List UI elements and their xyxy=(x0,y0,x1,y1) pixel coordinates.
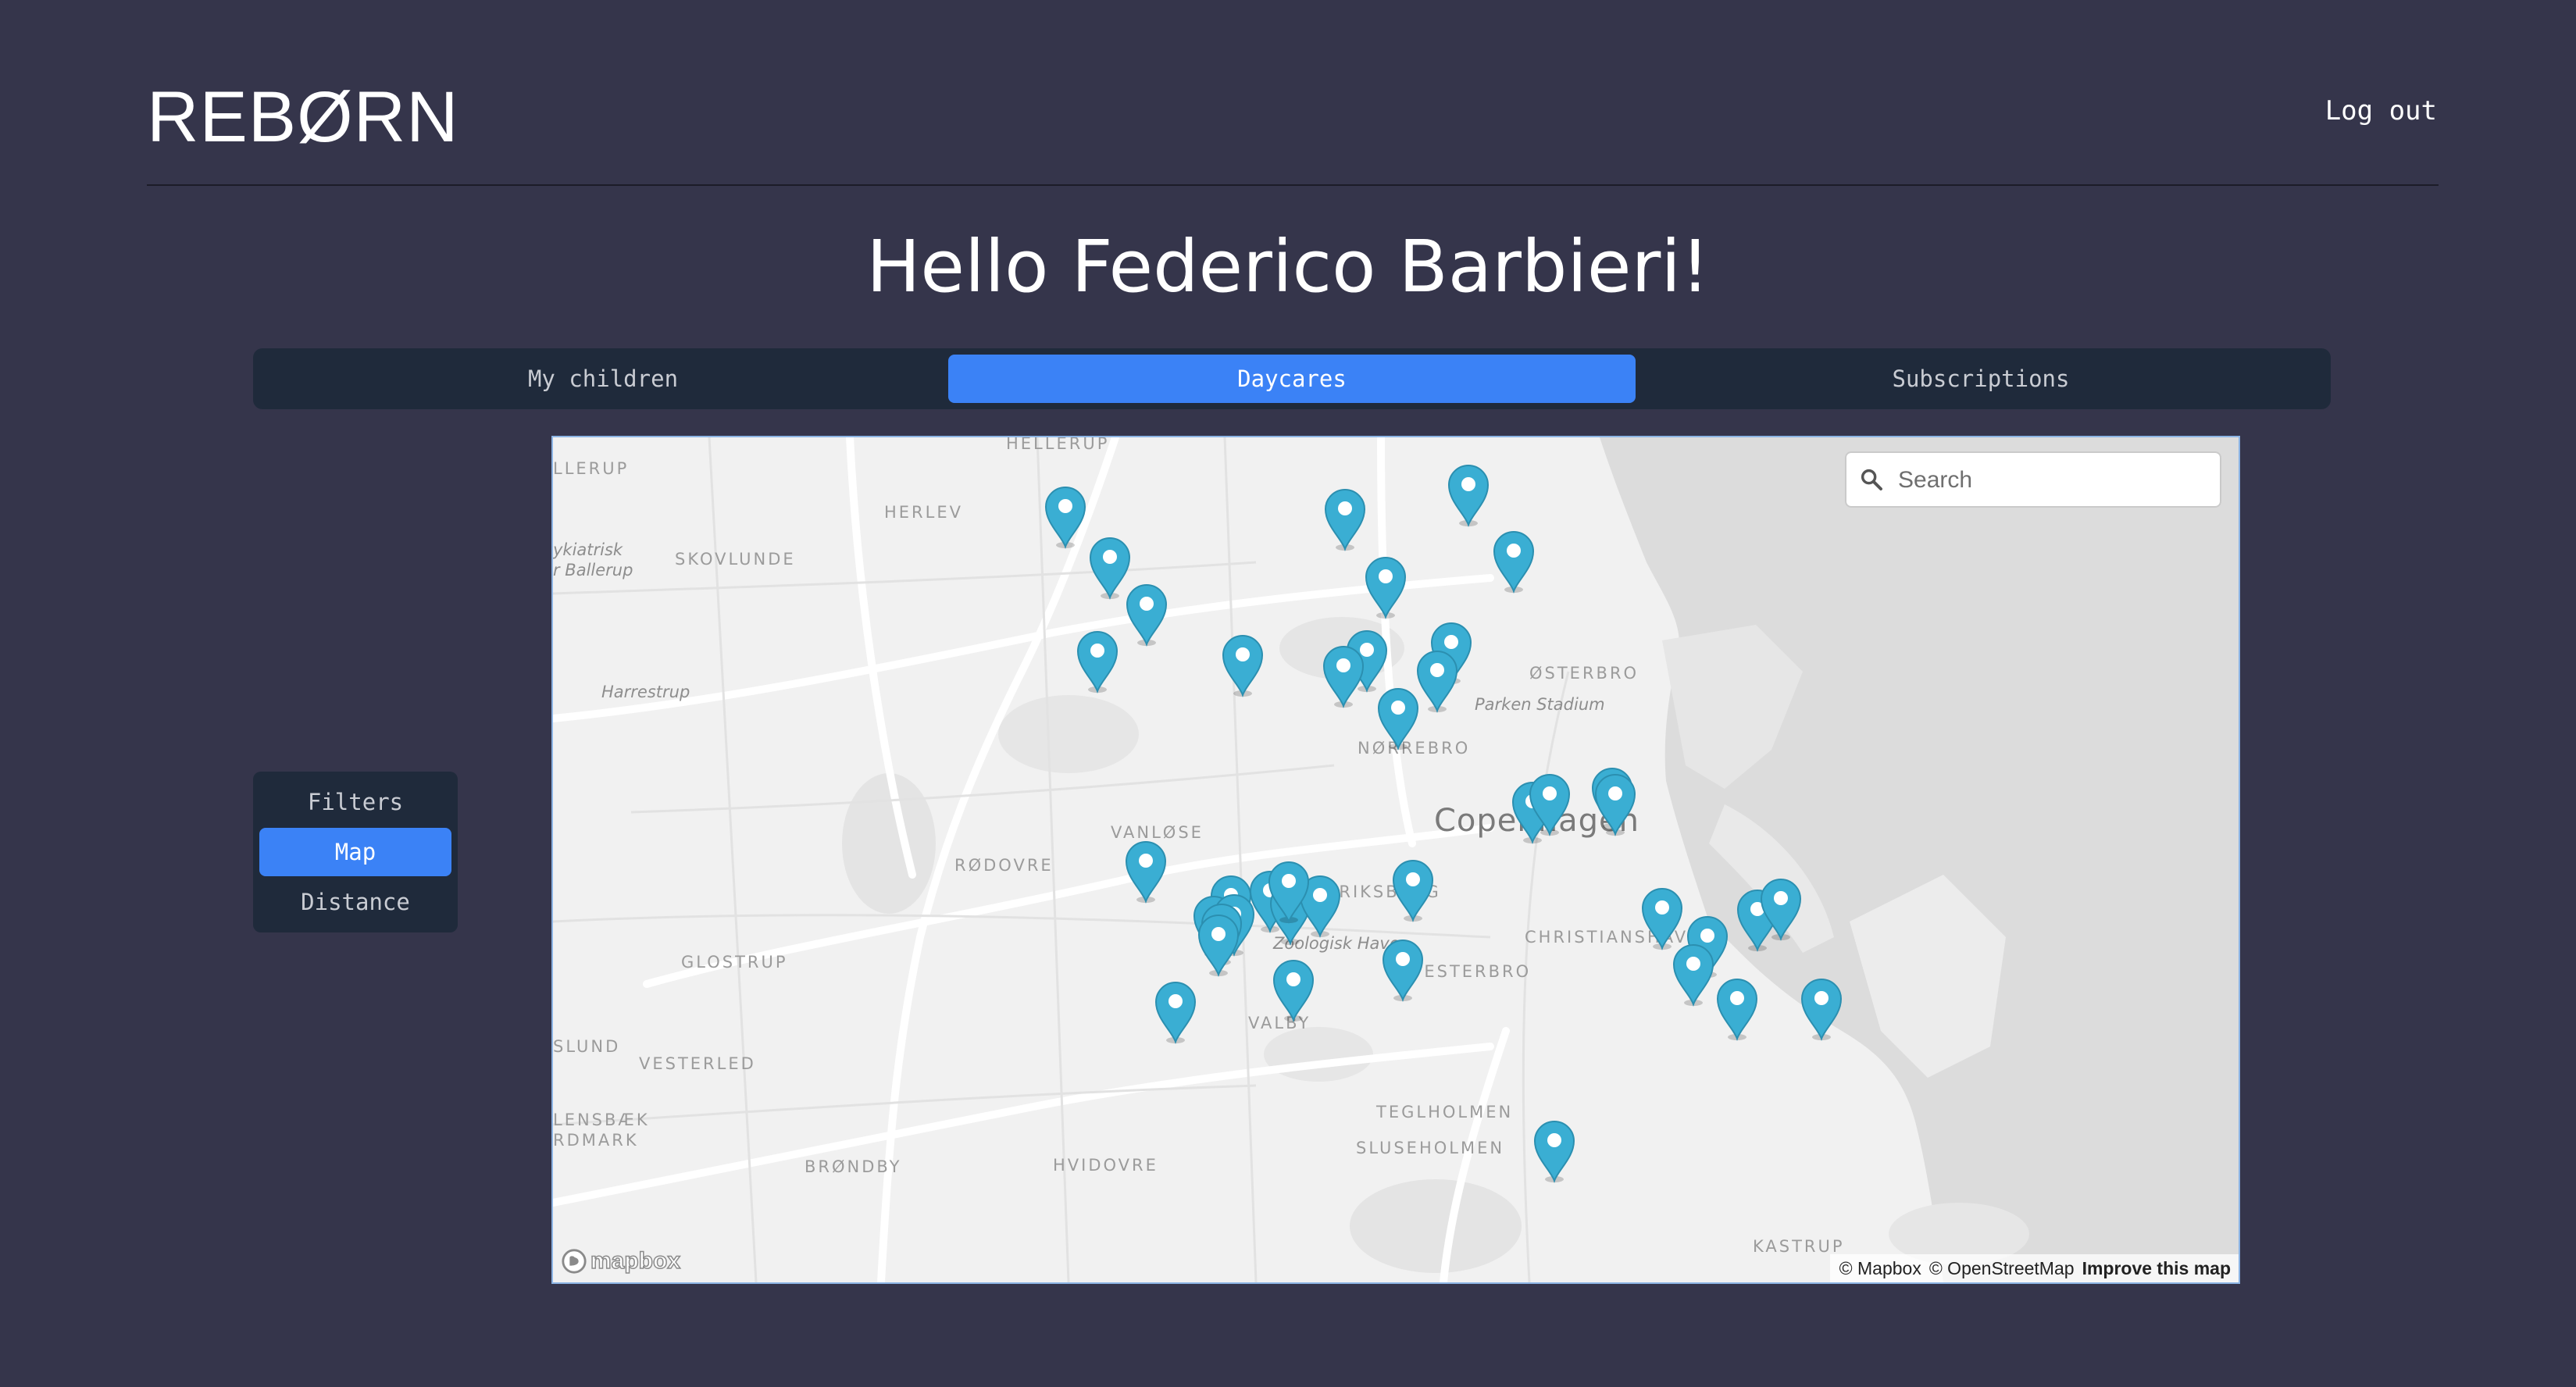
map-label-hellerup: HELLERUP xyxy=(1006,436,1110,453)
tab-subscriptions[interactable]: Subscriptions xyxy=(1637,355,2324,403)
map-attribution: © Mapbox © OpenStreetMap Improve this ma… xyxy=(1829,1254,2239,1282)
daycare-marker-icon[interactable] xyxy=(1123,839,1168,904)
map-label-psykiatrisk-2: r Ballerup xyxy=(553,561,633,579)
map-label-osterbro: ØSTERBRO xyxy=(1529,664,1639,683)
map-label-psykiatrisk-1: ykiatrisk xyxy=(553,540,623,559)
daycare-marker-icon[interactable] xyxy=(1196,912,1241,978)
daycare-marker-icon[interactable] xyxy=(1375,686,1421,751)
mapbox-logo[interactable]: mapbox xyxy=(561,1247,681,1275)
daycare-marker-icon[interactable] xyxy=(1532,1118,1577,1184)
map-label-teglholmen: TEGLHOLMEN xyxy=(1376,1103,1514,1121)
tab-my-children[interactable]: My children xyxy=(259,355,947,403)
app-logo[interactable]: REBØRN xyxy=(147,77,459,159)
daycare-marker-icon[interactable] xyxy=(1075,629,1120,694)
daycare-marker-icon[interactable] xyxy=(1799,976,1844,1042)
page-title: Hello Federico Barbieri! xyxy=(866,225,1710,308)
mapbox-logo-text: mapbox xyxy=(590,1247,681,1275)
header-divider xyxy=(147,184,2439,186)
map-label-harrestrup: Harrestrup xyxy=(601,683,690,701)
daycare-marker-icon[interactable] xyxy=(1758,876,1804,942)
daycare-map[interactable]: HELLERUP LLERUP HERLEV SKOVLUNDE ykiatri… xyxy=(551,436,2240,1284)
map-label-vesterled: VESTERLED xyxy=(639,1054,756,1073)
daycare-marker-icon[interactable] xyxy=(1415,648,1460,714)
map-label-skovlunde: SKOVLUNDE xyxy=(675,550,796,569)
daycare-marker-icon[interactable] xyxy=(1380,937,1425,1003)
map-label-glostrup: GLOSTRUP xyxy=(681,953,788,972)
daycare-marker-icon[interactable] xyxy=(1390,858,1436,923)
map-label-llerup: LLERUP xyxy=(553,459,630,478)
daycare-marker-icon[interactable] xyxy=(1322,487,1368,552)
daycare-marker-icon[interactable] xyxy=(1446,462,1491,528)
map-label-herlev: HERLEV xyxy=(884,503,963,522)
map-label-brondby: BRØNDBY xyxy=(805,1157,902,1176)
daycare-marker-icon[interactable] xyxy=(1043,484,1088,550)
daycare-marker-icon[interactable] xyxy=(1220,633,1265,698)
daycare-marker-icon[interactable] xyxy=(1153,979,1198,1045)
daycare-marker-icon[interactable] xyxy=(1363,554,1408,620)
map-label-rdmark: RDMARK xyxy=(553,1131,639,1150)
search-icon xyxy=(1861,469,1882,490)
logout-button[interactable]: Log out xyxy=(2325,95,2437,127)
map-label-hvidovre: HVIDOVRE xyxy=(1053,1156,1158,1175)
search-input[interactable] xyxy=(1896,461,2212,500)
main-tabs: My children Daycares Subscriptions xyxy=(253,348,2331,409)
map-label-sluseholmen: SLUSEHOLMEN xyxy=(1356,1139,1505,1157)
map-label-rodovre: RØDOVRE xyxy=(954,856,1054,875)
mapbox-logo-icon xyxy=(562,1249,587,1274)
daycare-marker-icon[interactable] xyxy=(1321,644,1366,709)
map-search[interactable] xyxy=(1846,453,2220,506)
daycare-marker-icon[interactable] xyxy=(1266,859,1311,925)
daycare-marker-icon[interactable] xyxy=(1671,942,1716,1007)
attribution-osm[interactable]: © OpenStreetMap xyxy=(1929,1258,2075,1279)
daycare-marker-icon[interactable] xyxy=(1271,957,1316,1023)
map-label-kastrup: KASTRUP xyxy=(1753,1237,1845,1256)
improve-map-link[interactable]: Improve this map xyxy=(2082,1258,2231,1279)
sidenav-filters[interactable]: Filters xyxy=(259,778,451,826)
map-label-parken: Parken Stadium xyxy=(1475,695,1605,714)
tab-daycares[interactable]: Daycares xyxy=(948,355,1636,403)
daycare-marker-icon[interactable] xyxy=(1491,529,1536,594)
map-side-nav: Filters Map Distance xyxy=(253,772,458,932)
map-label-vesterbro: VESTERBRO xyxy=(1411,962,1532,981)
sidenav-distance[interactable]: Distance xyxy=(259,878,451,926)
sidenav-map[interactable]: Map xyxy=(259,828,451,876)
daycare-marker-icon[interactable] xyxy=(1527,772,1572,837)
map-label-slund: SLUND xyxy=(553,1037,621,1056)
daycare-marker-icon[interactable] xyxy=(1714,976,1760,1042)
daycare-marker-icon[interactable] xyxy=(1124,582,1169,647)
daycare-marker-icon[interactable] xyxy=(1593,772,1638,837)
attribution-mapbox[interactable]: © Mapbox xyxy=(1839,1258,1921,1279)
map-label-lensbaek: LENSBÆK xyxy=(553,1111,650,1129)
